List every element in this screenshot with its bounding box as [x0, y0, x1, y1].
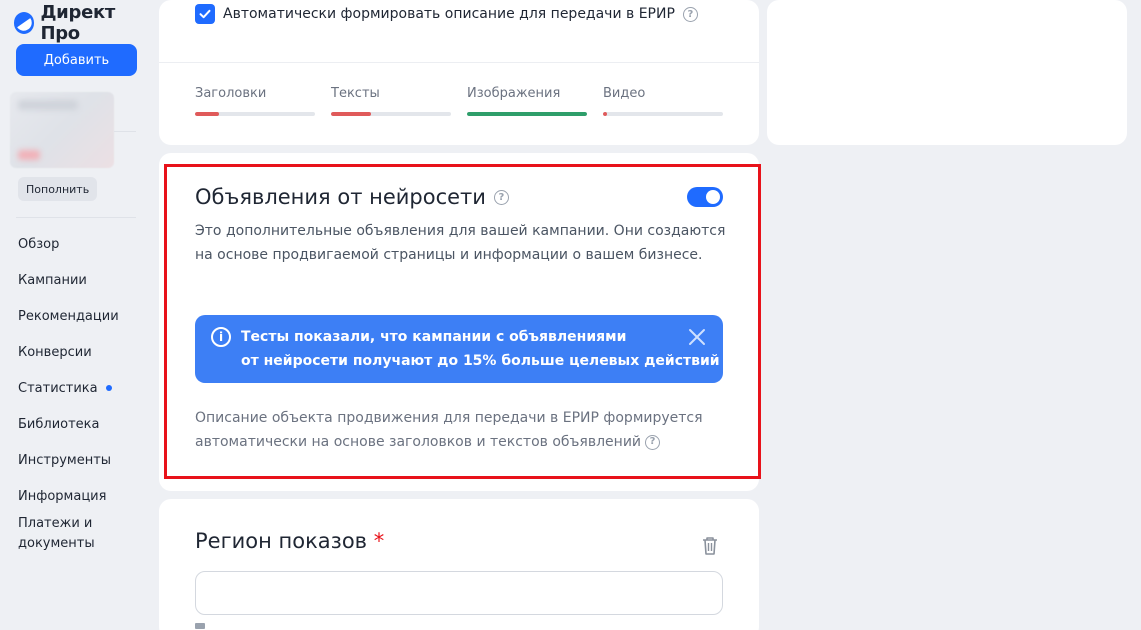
- sidebar-item-recommendations[interactable]: Рекомендации: [18, 298, 119, 334]
- sidebar-item-campaigns[interactable]: Кампании: [18, 262, 119, 298]
- help-icon[interactable]: ?: [682, 6, 698, 22]
- sidebar: Директ Про Добавить Пополнить Обзор Камп…: [0, 0, 152, 630]
- sidebar-item-label: Библиотека: [18, 416, 100, 432]
- required-mark: *: [373, 529, 385, 553]
- ad-settings-card: Автоматически формировать описание для п…: [159, 0, 759, 145]
- check-icon: [199, 9, 211, 19]
- region-hint-fragment: [195, 623, 205, 629]
- sidebar-item-library[interactable]: Библиотека: [18, 406, 119, 442]
- progress-label: Тексты: [331, 86, 380, 101]
- progress-headlines[interactable]: Заголовки: [195, 86, 315, 116]
- progress-fill: [331, 112, 371, 116]
- sidebar-item-label: Статистика: [18, 380, 98, 396]
- progress-fill: [603, 112, 607, 116]
- sidebar-item-label: Кампании: [18, 272, 87, 288]
- progress-label: Изображения: [467, 86, 561, 101]
- sidebar-item-payments[interactable]: Платежи и документы: [18, 514, 119, 554]
- preview-card: [767, 0, 1127, 145]
- add-button[interactable]: Добавить: [16, 44, 137, 76]
- highlight-frame: [164, 164, 761, 479]
- topup-button[interactable]: Пополнить: [18, 177, 98, 201]
- region-card: Регион показов *: [159, 499, 759, 630]
- sidebar-item-conversions[interactable]: Конверсии: [18, 334, 119, 370]
- sidebar-item-statistics[interactable]: Статистика: [18, 370, 119, 406]
- sidebar-item-overview[interactable]: Обзор: [18, 226, 119, 262]
- sidebar-item-label: Информация: [18, 488, 107, 504]
- progress-label: Видео: [603, 86, 646, 101]
- progress-fill: [467, 112, 587, 116]
- account-name-blurred: [18, 100, 78, 110]
- sidebar-item-label: Рекомендации: [18, 308, 119, 324]
- progress-label: Заголовки: [195, 86, 267, 101]
- divider: [114, 131, 136, 132]
- trash-icon[interactable]: [699, 535, 721, 557]
- progress-track: [195, 112, 315, 116]
- account-balance-blurred: [18, 150, 40, 160]
- region-input[interactable]: [195, 571, 723, 615]
- sidebar-item-tools[interactable]: Инструменты: [18, 442, 119, 478]
- divider: [16, 217, 136, 218]
- sidebar-item-label: Инструменты: [18, 452, 112, 468]
- progress-images[interactable]: Изображения: [467, 86, 587, 116]
- checkbox-label: Автоматически формировать описание для п…: [223, 6, 675, 22]
- direct-logo-icon: [14, 12, 35, 34]
- sidebar-item-label: Обзор: [18, 236, 60, 252]
- progress-texts[interactable]: Тексты: [331, 86, 451, 116]
- erir-auto-description-row: Автоматически формировать описание для п…: [195, 4, 698, 24]
- sidebar-item-label: Конверсии: [18, 344, 92, 360]
- logo-text: Директ Про: [40, 2, 116, 44]
- section-title: Регион показов: [195, 529, 368, 553]
- region-title-row: Регион показов *: [195, 529, 384, 553]
- erir-auto-description-checkbox[interactable]: [195, 4, 215, 24]
- divider: [159, 62, 759, 63]
- account-info-blurred[interactable]: [10, 92, 114, 168]
- progress-video[interactable]: Видео: [603, 86, 723, 116]
- sidebar-item-label: Платежи и документы: [18, 516, 95, 551]
- progress-track: [331, 112, 451, 116]
- logo[interactable]: Директ Про: [14, 2, 152, 44]
- progress-track: [603, 112, 723, 116]
- progress-fill: [195, 112, 219, 116]
- ad-completeness-bars: Заголовки Тексты Изображения Видео: [195, 86, 723, 116]
- sidebar-nav: Обзор Кампании Рекомендации Конверсии Ст…: [18, 234, 119, 562]
- sidebar-item-information[interactable]: Информация: [18, 478, 119, 514]
- notification-dot-icon: [105, 385, 112, 391]
- progress-track: [467, 112, 587, 116]
